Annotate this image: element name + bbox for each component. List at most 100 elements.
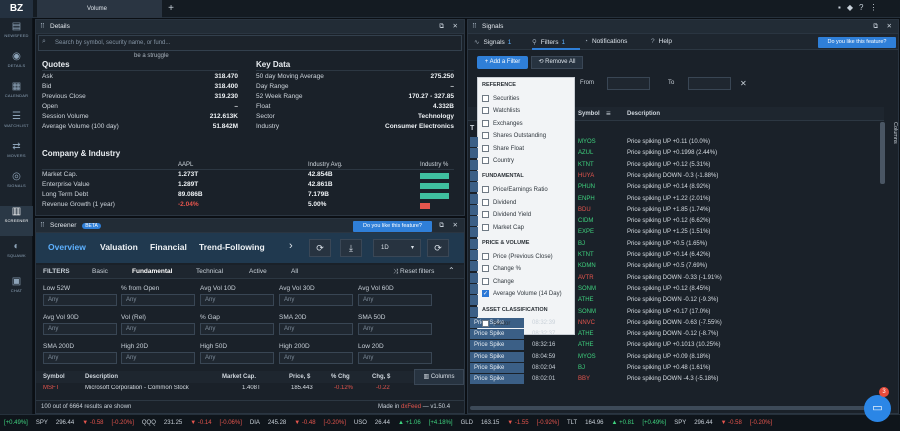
signals-bottom-scroll[interactable] bbox=[470, 406, 866, 410]
add-tab-button[interactable]: + bbox=[164, 0, 178, 18]
symbol-menu-icon[interactable]: ≡ bbox=[606, 109, 611, 118]
ticker-item[interactable]: [-0.20%] bbox=[112, 415, 134, 431]
dropdown-option[interactable]: Shares Outstanding bbox=[482, 132, 574, 142]
dropdown-option[interactable]: Watchlists bbox=[482, 107, 574, 117]
checkbox[interactable]: ✓ bbox=[482, 290, 489, 298]
from-input[interactable] bbox=[607, 77, 650, 90]
filter-field-input[interactable]: Any bbox=[279, 352, 353, 364]
signal-type-badge[interactable]: Price Spike bbox=[470, 363, 524, 373]
col-description[interactable]: Description bbox=[627, 111, 660, 117]
signal-symbol[interactable]: BBY bbox=[578, 376, 590, 382]
rail-item-calendar[interactable]: ▦ CALENDAR bbox=[0, 81, 33, 111]
ticker-item[interactable]: ▼ -1.55 bbox=[507, 415, 528, 431]
checkbox[interactable] bbox=[482, 144, 489, 152]
signals-tab-signals[interactable]: ∿ Signals 1 bbox=[474, 38, 511, 46]
ticker-item[interactable]: 231.25 bbox=[164, 415, 182, 431]
filter-field-input[interactable]: Any bbox=[43, 352, 117, 364]
checkbox[interactable] bbox=[482, 211, 489, 219]
ticker-item[interactable]: 26.44 bbox=[375, 415, 390, 431]
ticker-item[interactable]: 245.28 bbox=[268, 415, 286, 431]
signal-type-badge[interactable] bbox=[470, 272, 478, 283]
screener-tab-valuation[interactable]: Valuation bbox=[100, 242, 138, 252]
interval-select[interactable]: 1D ▾ bbox=[373, 239, 421, 257]
ticker-item[interactable]: GLD bbox=[461, 415, 473, 431]
collapse-filters-icon[interactable]: ⌃ bbox=[448, 266, 455, 275]
signal-symbol[interactable]: HUYA bbox=[578, 173, 594, 179]
ticker-item[interactable]: [+4.18%] bbox=[429, 415, 453, 431]
checkbox[interactable] bbox=[482, 157, 489, 164]
details-search-input[interactable]: Search by symbol, security name, or fund… bbox=[38, 35, 462, 51]
reset-filters-button[interactable]: ⤨ Reset filters bbox=[393, 268, 434, 276]
signal-symbol[interactable]: SONM bbox=[578, 286, 596, 292]
signal-type-badge[interactable] bbox=[470, 227, 478, 238]
signal-symbol[interactable]: ENPH bbox=[578, 196, 595, 202]
signal-symbol[interactable]: CIDM bbox=[578, 218, 593, 224]
signal-type-badge[interactable] bbox=[470, 216, 478, 227]
signal-type-badge[interactable] bbox=[470, 148, 478, 159]
ticker-item[interactable]: [-0.20%] bbox=[750, 415, 772, 431]
screener-table-row[interactable]: MSFT Microsoft Corporation - Common Stoc… bbox=[36, 385, 412, 394]
signal-type-badge[interactable] bbox=[470, 306, 478, 317]
dropdown-option[interactable]: Sector bbox=[482, 319, 574, 330]
signal-type-badge[interactable] bbox=[470, 182, 478, 193]
next-tab-chevron[interactable]: › bbox=[289, 240, 293, 252]
filter-tab-technical[interactable]: Technical bbox=[196, 268, 223, 275]
signal-symbol[interactable]: AVTR bbox=[578, 275, 594, 281]
ticker-item[interactable]: [+0.49%] bbox=[642, 415, 666, 431]
to-input[interactable] bbox=[688, 77, 731, 90]
notification-icon[interactable]: ◆ bbox=[847, 3, 859, 12]
dropdown-option[interactable]: Change bbox=[482, 277, 574, 288]
dxfeed-brand[interactable]: dxFeed bbox=[401, 404, 421, 410]
signal-symbol[interactable]: SONM bbox=[578, 309, 596, 315]
rail-item-screener[interactable]: ▥ SCREENER bbox=[0, 206, 33, 236]
popout-icon[interactable]: ⧉ bbox=[439, 219, 444, 233]
ticker-item[interactable]: USO bbox=[354, 415, 367, 431]
ticker-item[interactable]: SPY bbox=[36, 415, 48, 431]
columns-side-tab[interactable]: Columns bbox=[886, 122, 898, 162]
checkbox[interactable] bbox=[482, 107, 489, 115]
columns-button[interactable]: ▥ Columns bbox=[414, 369, 464, 385]
close-icon[interactable]: ✕ bbox=[887, 20, 892, 34]
ticker-item[interactable]: ▲ +1.06 bbox=[398, 415, 421, 431]
dropdown-option[interactable]: Securities bbox=[482, 95, 574, 105]
ticker-item[interactable]: ▼ -0.48 bbox=[294, 415, 315, 431]
signal-symbol[interactable]: BDU bbox=[578, 207, 591, 213]
row-symbol[interactable]: MSFT bbox=[43, 385, 59, 391]
close-icon[interactable]: ✕ bbox=[453, 219, 458, 233]
ticker-item[interactable]: ▼ -0.14 bbox=[190, 415, 211, 431]
add-filter-button[interactable]: + Add a Filter bbox=[477, 56, 528, 69]
filter-field-input[interactable]: Any bbox=[200, 323, 274, 335]
auto-refresh-button[interactable]: ⟳ bbox=[427, 239, 449, 257]
ticker-item[interactable]: SPY bbox=[674, 415, 686, 431]
range-clear-icon[interactable]: ✕ bbox=[740, 79, 747, 88]
signal-symbol[interactable]: ATHE bbox=[578, 297, 594, 303]
ticker-item[interactable]: [-0.20%] bbox=[324, 415, 346, 431]
filter-tab-basic[interactable]: Basic bbox=[92, 268, 108, 275]
ticker-item[interactable]: ▼ -0.58 bbox=[721, 415, 742, 431]
signal-type-badge[interactable] bbox=[470, 250, 478, 260]
dropdown-option[interactable]: Exchanges bbox=[482, 119, 574, 130]
rail-item-chat[interactable]: ▣ CHAT bbox=[0, 276, 33, 306]
filter-field-input[interactable]: Any bbox=[358, 294, 432, 306]
signal-type-badge[interactable]: Price Spike bbox=[470, 351, 524, 362]
help-icon[interactable]: ? bbox=[859, 3, 869, 12]
screener-tab-financial[interactable]: Financial bbox=[150, 242, 187, 252]
checkbox[interactable] bbox=[482, 119, 489, 127]
ticker-item[interactable]: 296.44 bbox=[694, 415, 712, 431]
refresh-button[interactable]: ⟳ bbox=[309, 239, 331, 257]
signal-type-badge[interactable] bbox=[470, 283, 478, 294]
close-icon[interactable]: ✕ bbox=[453, 20, 458, 34]
ticker-item[interactable]: DIA bbox=[250, 415, 260, 431]
screener-tab-overview[interactable]: Overview bbox=[48, 242, 86, 252]
filter-field-input[interactable]: Any bbox=[121, 323, 195, 335]
filter-tab-active[interactable]: Active bbox=[249, 268, 267, 275]
signal-symbol[interactable]: KDMN bbox=[578, 263, 596, 269]
signal-symbol[interactable]: BJ bbox=[578, 365, 585, 371]
chat-bubble-icon[interactable]: ▪ bbox=[838, 3, 847, 12]
filter-field-input[interactable]: Any bbox=[43, 323, 117, 335]
checkbox[interactable] bbox=[482, 253, 489, 260]
signals-scrollbar[interactable] bbox=[880, 122, 885, 184]
signal-type-badge[interactable]: Price Spike bbox=[470, 374, 524, 385]
checkbox[interactable] bbox=[482, 186, 489, 194]
filter-field-input[interactable]: Any bbox=[121, 294, 195, 306]
